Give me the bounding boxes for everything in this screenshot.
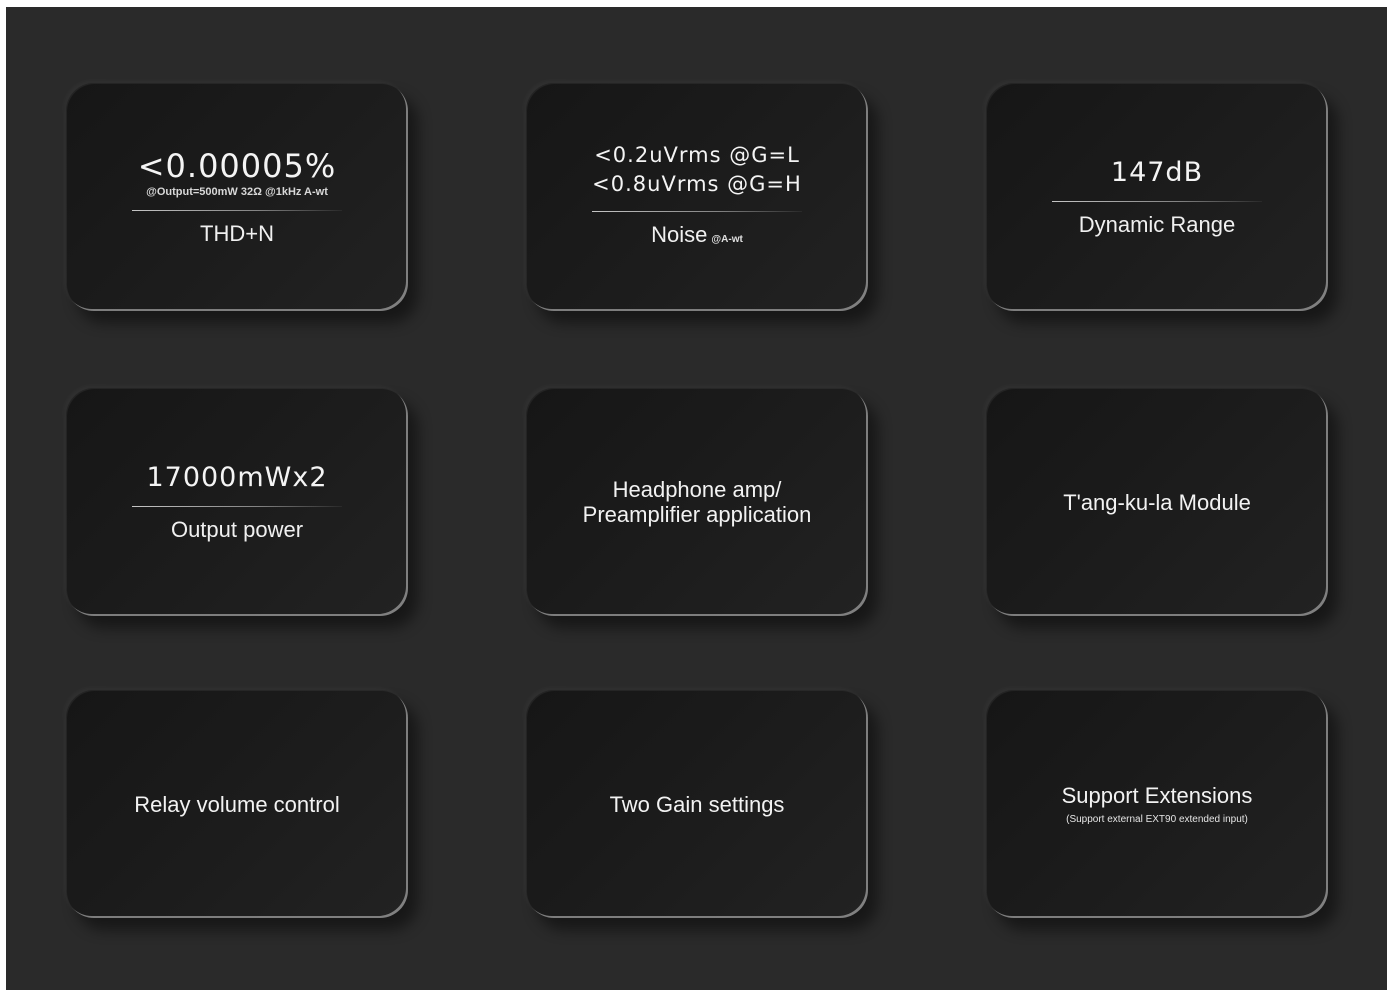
noise-value-low-gain: <0.2uVrms @G=L [594,143,800,167]
dynamic-range-card: 147dB Dynamic Range [986,83,1328,311]
dynamic-range-label: Dynamic Range [1078,211,1236,237]
spec-panel: <0.00005% @Output=500mW 32Ω @1kHz A-wt T… [6,7,1387,990]
output-power-label: Output power [170,516,304,542]
thd-note: @Output=500mW 32Ω @1kHz A-wt [146,185,328,198]
module-card: T'ang-ku-la Module [986,388,1328,616]
relay-text: Relay volume control [134,791,340,817]
thd-value: <0.00005% [137,146,337,185]
thd-divider [132,209,342,211]
noise-divider [592,211,802,212]
dynamic-range-divider [1052,200,1262,202]
extensions-note: (Support external EXT90 extended input) [1066,814,1248,825]
application-line-1: Headphone amp/ [612,477,782,502]
application-card: Headphone amp/ Preamplifier application [526,388,868,616]
noise-label-text: Noise [651,222,708,247]
module-text: T'ang-ku-la Module [1063,489,1251,515]
output-power-divider [132,505,342,507]
noise-value-high-gain: <0.8uVrms @G=H [592,172,802,196]
output-power-value: 17000mWx2 [146,461,328,493]
noise-label-weighting: @A-wt [711,234,743,245]
application-line-2: Preamplifier application [582,502,812,527]
extensions-card: Support Extensions (Support external EXT… [986,690,1328,918]
gain-text: Two Gain settings [609,791,785,817]
thd-card: <0.00005% @Output=500mW 32Ω @1kHz A-wt T… [66,83,408,311]
noise-label: Noise @A-wt [651,222,743,253]
noise-card: <0.2uVrms @G=L <0.8uVrms @G=H Noise @A-wt [526,83,868,311]
relay-card: Relay volume control [66,690,408,918]
thd-label: THD+N [200,220,274,246]
output-power-card: 17000mWx2 Output power [66,388,408,616]
dynamic-range-value: 147dB [1110,156,1204,188]
gain-card: Two Gain settings [526,690,868,918]
extensions-text: Support Extensions [1061,783,1253,808]
